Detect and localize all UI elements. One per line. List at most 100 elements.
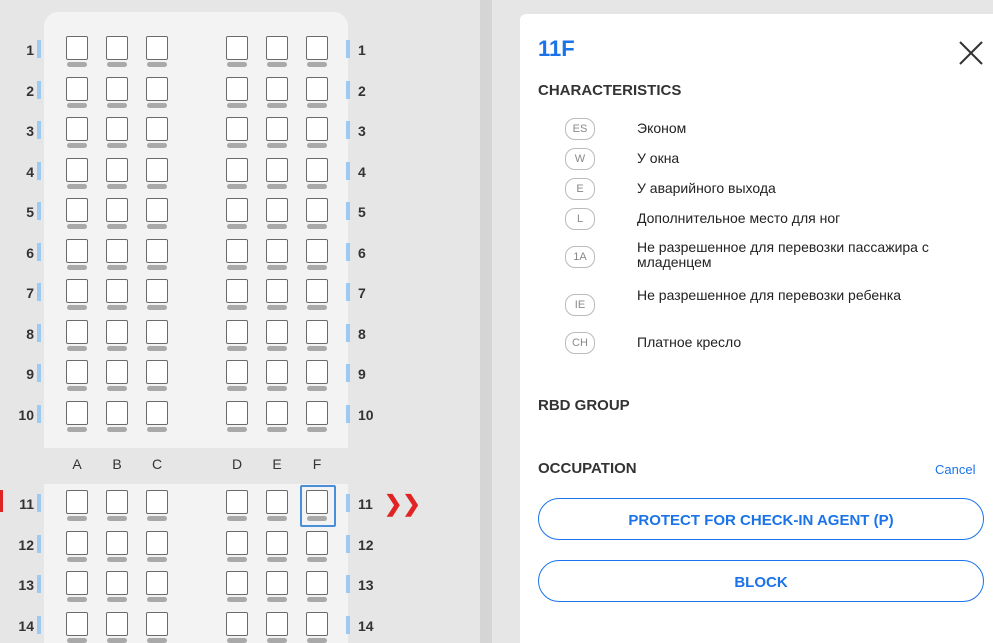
row-indicator-left [37, 575, 41, 593]
cancel-link[interactable]: Cancel [935, 462, 975, 477]
seat-7f[interactable] [304, 279, 330, 311]
seat-9a[interactable] [64, 360, 90, 392]
seat-4c[interactable] [144, 157, 170, 190]
seat-cushion [67, 102, 87, 108]
seat-13e[interactable] [264, 571, 290, 603]
seat-2e[interactable] [264, 76, 290, 109]
seat-6e[interactable] [264, 238, 290, 271]
seat-11d[interactable] [224, 490, 250, 522]
seat-14b[interactable] [104, 611, 130, 643]
seat-10a[interactable] [64, 400, 90, 433]
seat-14a[interactable] [64, 611, 90, 643]
seat-13c[interactable] [144, 571, 170, 603]
seat-7d[interactable] [224, 279, 250, 311]
seat-3f[interactable] [304, 117, 330, 149]
seat-5e[interactable] [264, 198, 290, 230]
seat-1e[interactable] [264, 36, 290, 68]
seat-11c[interactable] [144, 490, 170, 522]
seat-8f[interactable] [304, 319, 330, 352]
seat-4d[interactable] [224, 157, 250, 190]
row-number-right: 8 [358, 325, 366, 342]
seat-1a[interactable] [64, 36, 90, 68]
seat-12b[interactable] [104, 530, 130, 563]
seat-5c[interactable] [144, 198, 170, 230]
seat-cushion [267, 183, 287, 189]
seat-4b[interactable] [104, 157, 130, 190]
seat-13f[interactable] [304, 571, 330, 603]
seat-6d[interactable] [224, 238, 250, 271]
characteristic-label: У окна [637, 150, 680, 166]
seat-8c[interactable] [144, 319, 170, 352]
seat-4f[interactable] [304, 157, 330, 190]
seat-1d[interactable] [224, 36, 250, 68]
seat-back [146, 319, 168, 344]
block-button[interactable]: BLOCK [538, 560, 984, 602]
characteristic-label: Дополнительное место для ног [637, 210, 841, 226]
seat-13a[interactable] [64, 571, 90, 603]
seat-7e[interactable] [264, 279, 290, 311]
seat-3a[interactable] [64, 117, 90, 149]
seat-2c[interactable] [144, 76, 170, 109]
seat-3d[interactable] [224, 117, 250, 149]
seat-6f[interactable] [304, 238, 330, 271]
seat-5f[interactable] [304, 198, 330, 230]
seat-4a[interactable] [64, 157, 90, 190]
seat-11f[interactable] [300, 485, 336, 527]
seat-14f[interactable] [304, 611, 330, 643]
seat-9d[interactable] [224, 360, 250, 392]
seat-cushion [307, 183, 327, 189]
seat-11a[interactable] [64, 490, 90, 522]
seat-5d[interactable] [224, 198, 250, 230]
seat-7c[interactable] [144, 279, 170, 311]
seat-10f[interactable] [304, 400, 330, 433]
seat-5b[interactable] [104, 198, 130, 230]
seat-14e[interactable] [264, 611, 290, 643]
seat-1c[interactable] [144, 36, 170, 68]
seat-10e[interactable] [264, 400, 290, 433]
seat-back [66, 400, 88, 425]
seat-3e[interactable] [264, 117, 290, 149]
seat-8d[interactable] [224, 319, 250, 352]
seat-2f[interactable] [304, 76, 330, 109]
seat-6b[interactable] [104, 238, 130, 271]
seat-12e[interactable] [264, 530, 290, 563]
row-number-left: 2 [26, 82, 34, 99]
seat-12a[interactable] [64, 530, 90, 563]
seat-10c[interactable] [144, 400, 170, 433]
seat-7b[interactable] [104, 279, 130, 311]
seat-2d[interactable] [224, 76, 250, 109]
seat-13d[interactable] [224, 571, 250, 603]
close-icon[interactable] [958, 40, 984, 66]
seat-4e[interactable] [264, 157, 290, 190]
seat-1f[interactable] [304, 36, 330, 68]
seat-8e[interactable] [264, 319, 290, 352]
seat-9b[interactable] [104, 360, 130, 392]
seat-12f[interactable] [304, 530, 330, 563]
seat-6a[interactable] [64, 238, 90, 271]
seat-5a[interactable] [64, 198, 90, 230]
seat-3c[interactable] [144, 117, 170, 149]
seat-back [66, 571, 88, 595]
seat-14d[interactable] [224, 611, 250, 643]
seat-12d[interactable] [224, 530, 250, 563]
seat-1b[interactable] [104, 36, 130, 68]
seat-11b[interactable] [104, 490, 130, 522]
seat-9c[interactable] [144, 360, 170, 392]
seat-2b[interactable] [104, 76, 130, 109]
seat-8b[interactable] [104, 319, 130, 352]
seat-9f[interactable] [304, 360, 330, 392]
seat-13b[interactable] [104, 571, 130, 603]
protect-for-check-in-agent-button[interactable]: PROTECT FOR CHECK-IN AGENT (P) [538, 498, 984, 540]
seat-7a[interactable] [64, 279, 90, 311]
seat-9e[interactable] [264, 360, 290, 392]
seat-12c[interactable] [144, 530, 170, 563]
seat-8a[interactable] [64, 319, 90, 352]
seat-11e[interactable] [264, 490, 290, 522]
seat-6c[interactable] [144, 238, 170, 271]
seat-10d[interactable] [224, 400, 250, 433]
seat-10b[interactable] [104, 400, 130, 433]
seat-14c[interactable] [144, 611, 170, 643]
seat-2a[interactable] [64, 76, 90, 109]
seat-back [66, 611, 88, 636]
seat-3b[interactable] [104, 117, 130, 149]
